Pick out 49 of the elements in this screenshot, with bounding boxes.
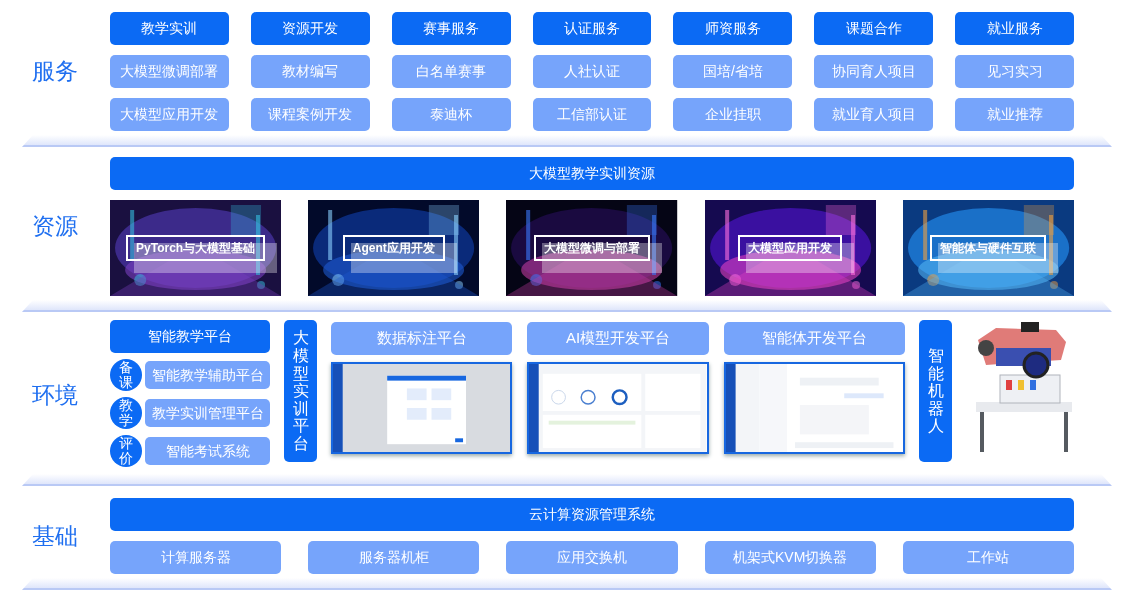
- course-title: 智能体与硬件互联: [930, 234, 1047, 262]
- service-tag: 智能考试系统: [145, 437, 270, 465]
- service-tag: 智能教学辅助平台: [145, 361, 270, 389]
- service-tag: 课程案例开发: [250, 98, 370, 131]
- service-tag: AI模型开发平台: [527, 322, 709, 355]
- training-platform-bar: 大模型实训平台: [284, 320, 317, 462]
- infrastructure-banner: 云计算资源管理系统: [110, 498, 1074, 531]
- course-title: 大模型应用开发: [738, 234, 843, 262]
- service-tag: 企业挂职: [673, 98, 793, 131]
- service-tag: 白名单赛事: [391, 55, 511, 88]
- service-tag: 资源开发: [250, 12, 370, 45]
- service-tag: 教学实训: [110, 12, 229, 45]
- service-tag: 应用交换机: [506, 541, 678, 574]
- service-tag: 计算服务器: [110, 541, 282, 574]
- resource-banner: 大模型教学实训资源: [110, 157, 1074, 190]
- course-title: PyTorch与大模型基础: [126, 234, 266, 262]
- service-tag: 就业育人项目: [814, 98, 934, 131]
- service-tag: 机架式KVM切换器: [704, 541, 876, 574]
- service-tag: 就业推荐: [955, 98, 1074, 131]
- module-badge: 评价: [110, 435, 142, 467]
- section-label: 基础: [31, 521, 79, 551]
- service-tag: 大模型应用开发: [110, 98, 229, 131]
- service-tag: 见习实习: [955, 55, 1074, 88]
- service-tag: 教学实训管理平台: [145, 399, 270, 427]
- section-label: 资源: [31, 212, 79, 242]
- service-tag: 师资服务: [673, 12, 793, 45]
- course-title: Agent应用开发: [342, 234, 445, 262]
- service-tag: 服务器机柜: [308, 541, 480, 574]
- module-badge: 备课: [110, 359, 142, 391]
- service-tag: 智能体开发平台: [723, 322, 905, 355]
- course-title: 大模型微调与部署: [534, 234, 650, 262]
- service-tag: 数据标注平台: [331, 322, 513, 355]
- service-tag: 教材编写: [250, 55, 370, 88]
- service-tag: 工作站: [902, 541, 1074, 574]
- service-tag: 课题合作: [814, 12, 934, 45]
- service-tag: 认证服务: [532, 12, 652, 45]
- service-tag: 泰迪杯: [391, 98, 511, 131]
- robot-bar: 智能机器人: [919, 320, 952, 462]
- service-tag: 协同育人项目: [814, 55, 934, 88]
- module-badge: 教学: [110, 397, 142, 429]
- service-tag: 人社认证: [532, 55, 652, 88]
- section-label: 环境: [31, 380, 79, 410]
- service-tag: 国培/省培: [673, 55, 793, 88]
- service-tag: 大模型微调部署: [110, 55, 229, 88]
- service-tag: 智能教学平台: [110, 320, 270, 353]
- service-tag: 工信部认证: [532, 98, 652, 131]
- service-tag: 就业服务: [955, 12, 1074, 45]
- service-tag: 赛事服务: [391, 12, 511, 45]
- section-label: 服务: [31, 57, 79, 87]
